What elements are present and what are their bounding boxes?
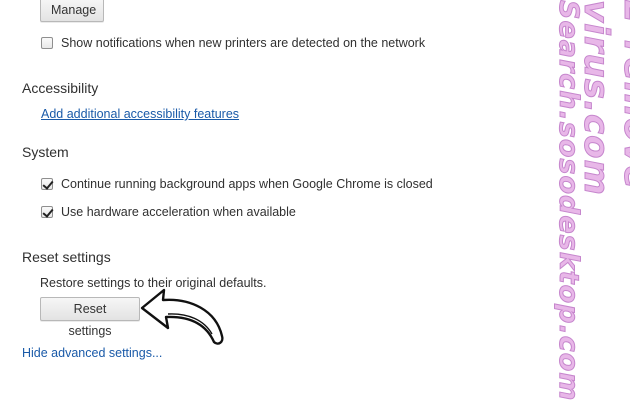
reset-settings-title: Reset settings (22, 249, 111, 265)
hardware-acceleration-label: Use hardware acceleration when available (61, 205, 296, 219)
hide-advanced-settings-link[interactable]: Hide advanced settings... (22, 346, 162, 360)
background-apps-label: Continue running background apps when Go… (61, 177, 433, 191)
hardware-acceleration-row[interactable]: Use hardware acceleration when available (41, 205, 296, 219)
watermark-site: 2-remove-virus.com (576, 0, 630, 205)
watermark-search: Search.sosodesktop.com (553, 0, 585, 401)
accessibility-title: Accessibility (22, 80, 99, 96)
system-title: System (22, 144, 69, 160)
hardware-acceleration-checkbox[interactable] (41, 206, 53, 218)
add-accessibility-features-link[interactable]: Add additional accessibility features (41, 107, 239, 121)
reset-settings-button[interactable]: Reset settings (40, 297, 140, 338)
pointer-arrow-icon (140, 288, 224, 345)
background-apps-row[interactable]: Continue running background apps when Go… (41, 177, 433, 191)
printer-notification-checkbox[interactable] (41, 37, 53, 49)
manage-button[interactable]: Manage (40, 0, 104, 22)
background-apps-checkbox[interactable] (41, 178, 53, 190)
printer-notification-row[interactable]: Show notifications when new printers are… (41, 36, 425, 50)
printer-notification-label: Show notifications when new printers are… (61, 36, 426, 50)
